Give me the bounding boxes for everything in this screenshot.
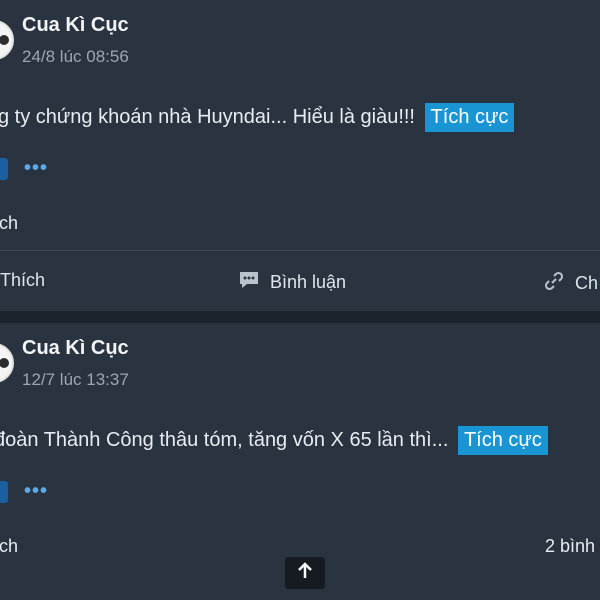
post-timestamp[interactable]: 12/7 lúc 13:37 [22, 370, 129, 390]
link-icon [543, 270, 565, 297]
sentiment-tag[interactable]: Tích cực [424, 103, 515, 132]
divider [0, 250, 600, 251]
avatar-image [0, 35, 9, 45]
author-name[interactable]: Cua Kì Cục [22, 14, 129, 37]
avatar[interactable] [0, 343, 14, 383]
reaction-chip[interactable] [0, 158, 8, 180]
comment-icon [238, 270, 260, 295]
avatar[interactable] [0, 20, 14, 60]
post-timestamp[interactable]: 24/8 lúc 08:56 [22, 47, 129, 67]
more-options-button[interactable]: ••• [24, 158, 48, 178]
feed: Cua Kì Cục 24/8 lúc 08:56 g ty chứng kho… [0, 0, 600, 600]
author-name[interactable]: Cua Kì Cục [22, 337, 129, 360]
post-card: Cua Kì Cục 24/8 lúc 08:56 g ty chứng kho… [0, 0, 600, 311]
like-summary[interactable]: ích [0, 213, 18, 234]
post-content: g ty chứng khoán nhà Huyndai... Hiểu là … [0, 103, 515, 132]
post-text: đoàn Thành Công thâu tóm, tăng vốn X 65 … [0, 429, 449, 451]
sentiment-tag[interactable]: Tích cực [457, 426, 548, 455]
avatar-image [0, 358, 9, 368]
comment-button[interactable]: Bình luận [238, 270, 346, 295]
comment-count[interactable]: 2 bình [545, 536, 595, 557]
share-button[interactable]: Ch [543, 270, 598, 297]
like-label: Thích [0, 270, 46, 290]
more-options-button[interactable]: ••• [24, 481, 48, 501]
reaction-chip[interactable] [0, 481, 8, 503]
like-summary[interactable]: ích [0, 536, 18, 557]
share-label: Ch [575, 273, 599, 293]
scroll-to-top-button[interactable] [285, 557, 325, 589]
comment-label: Bình luận [270, 272, 347, 292]
arrow-up-icon [295, 561, 315, 586]
post-text: g ty chứng khoán nhà Huyndai... Hiểu là … [0, 106, 415, 128]
like-button[interactable]: Thích [0, 270, 45, 291]
post-content: đoàn Thành Công thâu tóm, tăng vốn X 65 … [0, 426, 548, 455]
